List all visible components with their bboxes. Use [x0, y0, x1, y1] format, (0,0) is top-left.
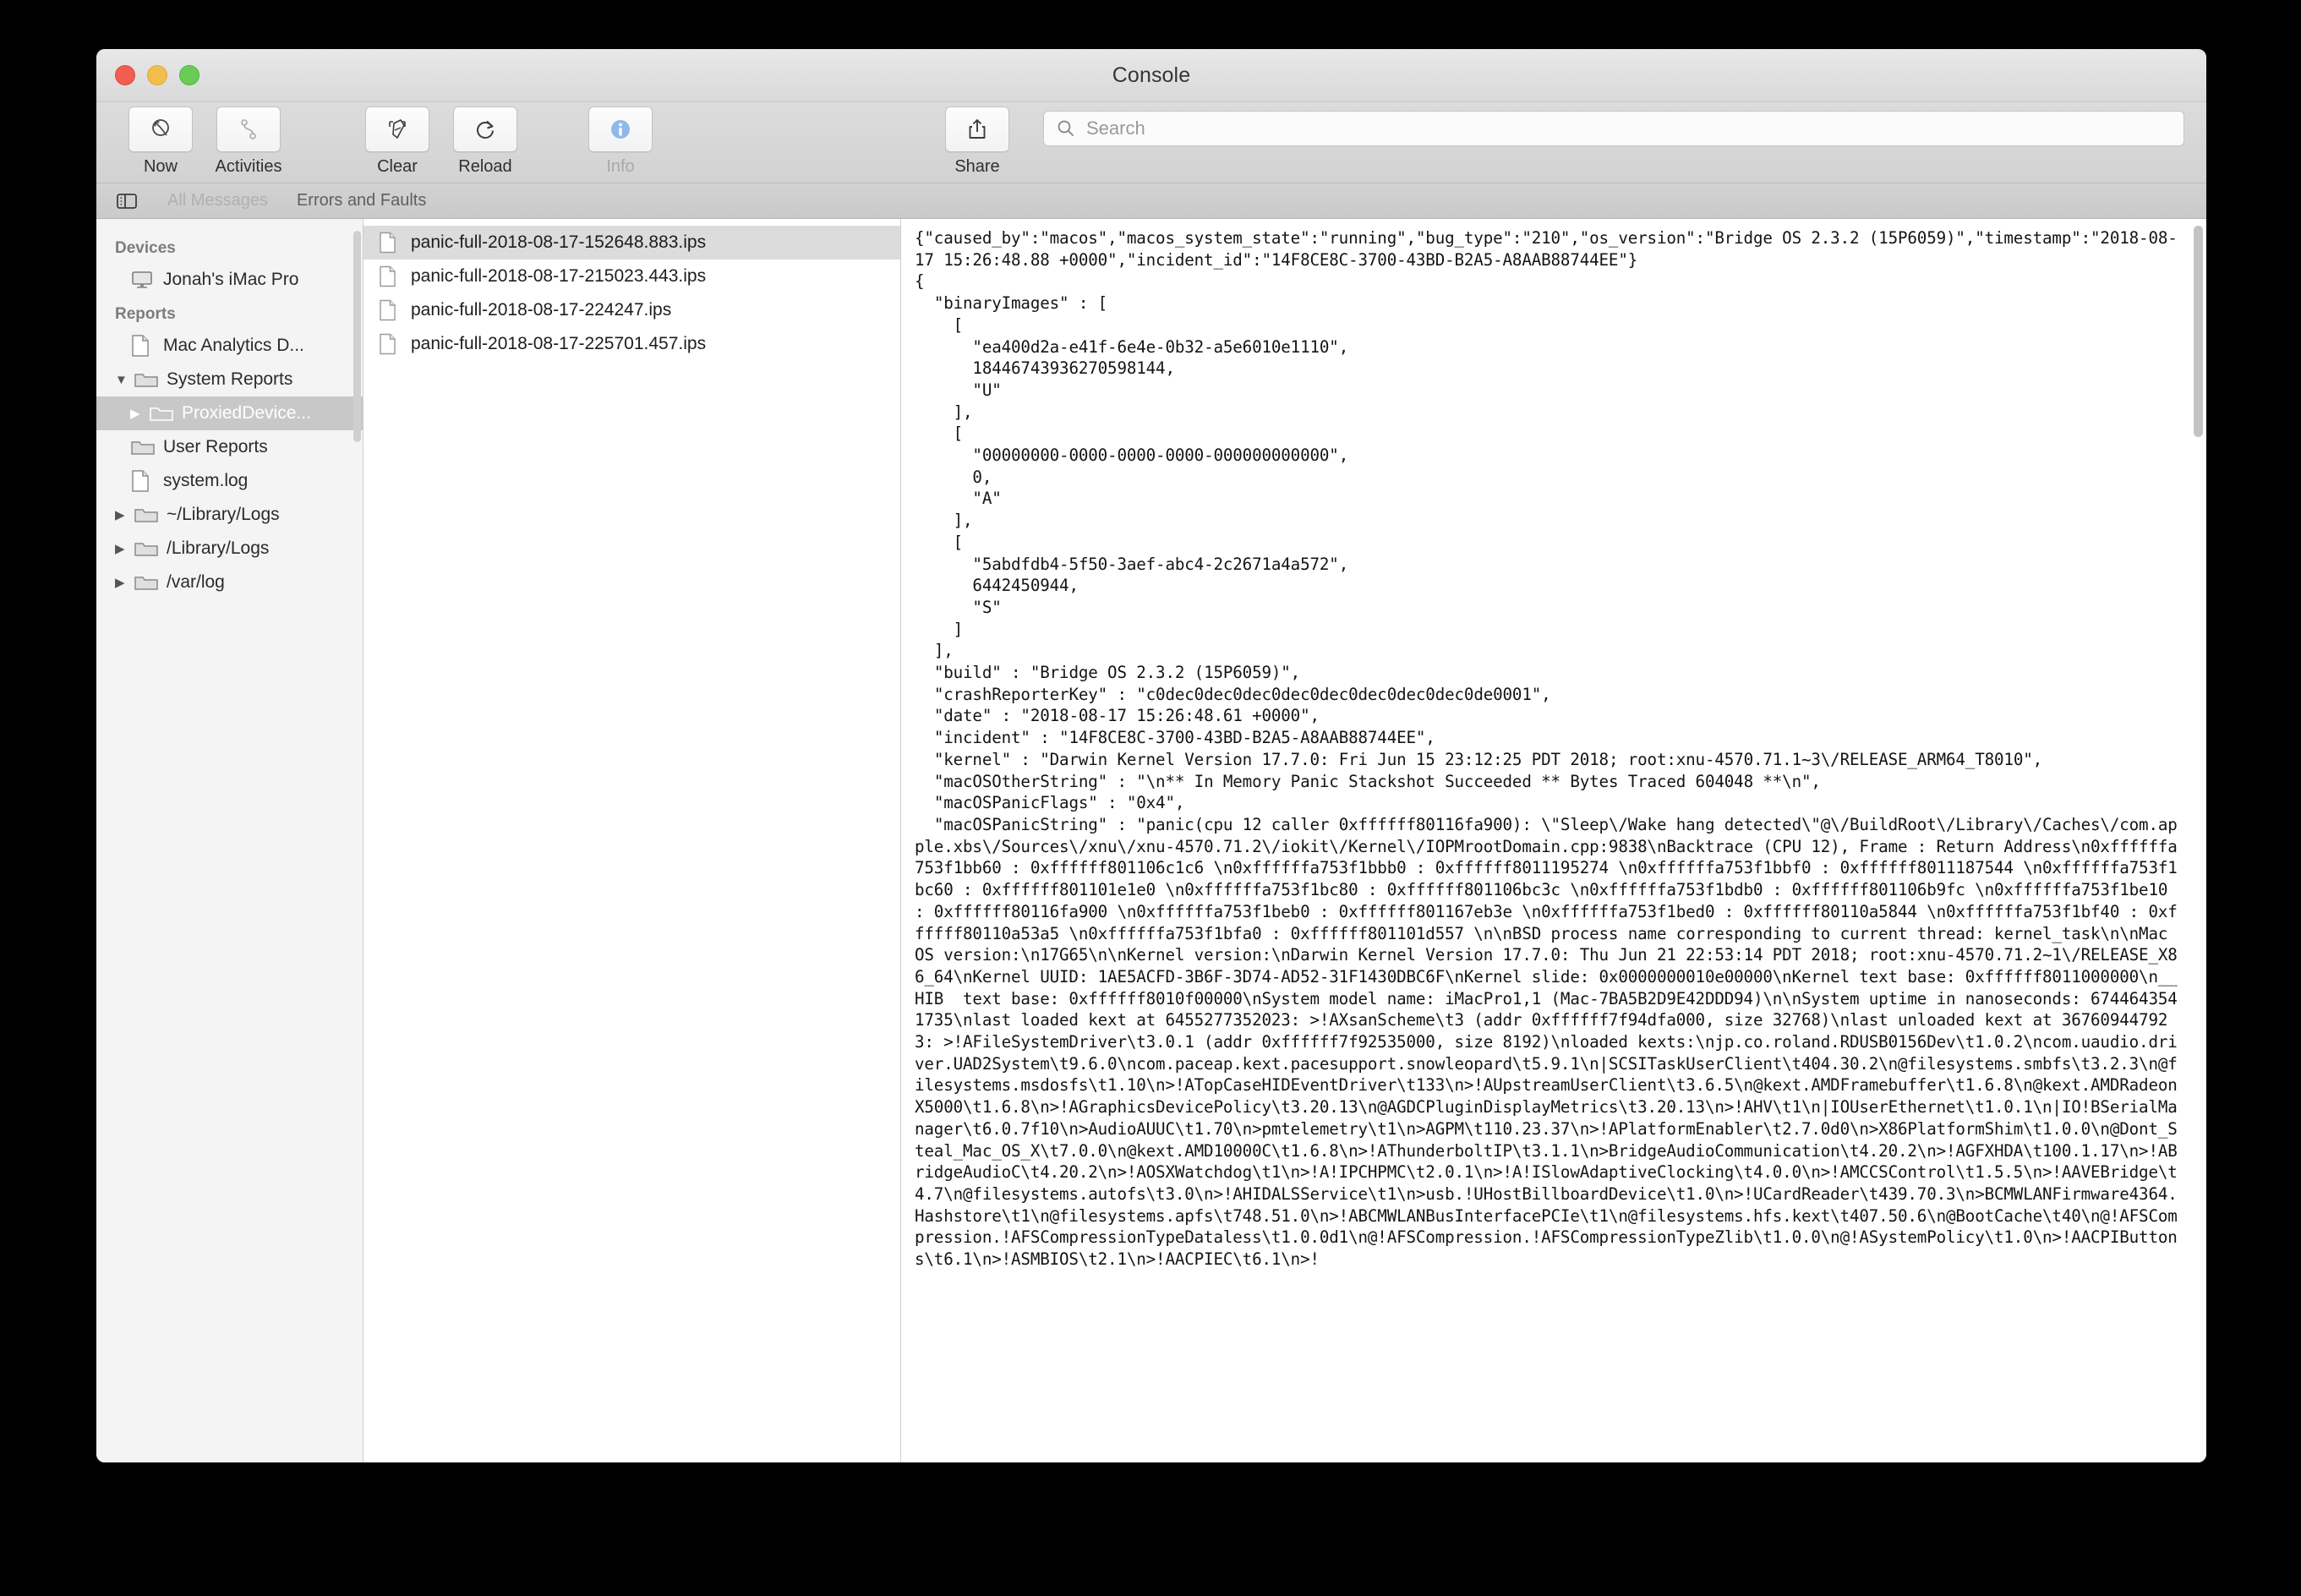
- chevron-down-icon[interactable]: ▼: [115, 374, 134, 386]
- sidebar-scrollbar[interactable]: [353, 231, 361, 442]
- sidebar: Devices Jonah's iMac Pro Reports: [96, 219, 363, 1462]
- search-icon: [1056, 118, 1076, 139]
- now-arrow-icon: [148, 117, 173, 142]
- sidebar-item-proxieddevice[interactable]: ▶ ProxiedDevice...: [96, 396, 363, 430]
- chevron-right-icon[interactable]: ▶: [115, 543, 134, 555]
- clear-icon: [384, 116, 411, 143]
- folder-icon: [134, 369, 159, 390]
- document-icon: [379, 333, 401, 355]
- share-button[interactable]: Share: [937, 107, 1018, 177]
- document-icon: [379, 299, 401, 321]
- log-content-text: {"caused_by":"macos","macos_system_state…: [901, 219, 2206, 1271]
- sidebar-item-mac-analytics[interactable]: Mac Analytics D...: [96, 329, 363, 363]
- document-icon: [379, 232, 401, 254]
- chevron-right-icon[interactable]: ▶: [115, 577, 134, 589]
- share-icon: [965, 117, 990, 142]
- sidebar-item-system-reports[interactable]: ▼ System Reports: [96, 363, 363, 396]
- activities-icon: [236, 117, 261, 142]
- list-item-label: panic-full-2018-08-17-152648.883.ips: [411, 232, 706, 253]
- share-button-label: Share: [954, 157, 999, 177]
- list-item-label: panic-full-2018-08-17-215023.443.ips: [411, 266, 706, 287]
- sidebar-item-label: system.log: [163, 471, 248, 491]
- sidebar-item-label: User Reports: [163, 437, 268, 457]
- reload-button-label: Reload: [458, 157, 511, 177]
- log-scrollbar[interactable]: [2194, 222, 2203, 1457]
- sidebar-item-label: Jonah's iMac Pro: [163, 270, 298, 290]
- activities-button-label: Activities: [216, 157, 282, 177]
- folder-icon: [130, 437, 156, 457]
- info-button[interactable]: Info: [580, 107, 661, 177]
- log-scrollbar-thumb[interactable]: [2194, 226, 2203, 437]
- now-button[interactable]: Now: [120, 107, 201, 177]
- list-item[interactable]: panic-full-2018-08-17-225701.457.ips: [363, 327, 900, 361]
- search-field[interactable]: Search: [1043, 111, 2184, 146]
- sidebar-item-library-logs[interactable]: ▶ /Library/Logs: [96, 532, 363, 566]
- window-title: Console: [96, 63, 2206, 88]
- search-placeholder: Search: [1086, 118, 1145, 139]
- folder-icon: [149, 403, 174, 424]
- close-window-button[interactable]: [115, 65, 135, 85]
- minimize-window-button[interactable]: [147, 65, 167, 85]
- document-icon: [130, 469, 156, 493]
- reload-button[interactable]: Reload: [445, 107, 526, 177]
- sidebar-item-imac[interactable]: Jonah's iMac Pro: [96, 263, 363, 297]
- sidebar-item-home-library-logs[interactable]: ▶ ~/Library/Logs: [96, 498, 363, 532]
- list-item[interactable]: panic-full-2018-08-17-152648.883.ips: [363, 226, 900, 260]
- sidebar-item-label: Mac Analytics D...: [163, 336, 304, 356]
- main-content-row: Devices Jonah's iMac Pro Reports: [96, 219, 2206, 1462]
- imac-icon: [130, 270, 156, 290]
- sidebar-section-reports: Reports: [96, 297, 363, 329]
- reload-icon: [473, 117, 498, 142]
- info-button-label: Info: [606, 157, 634, 177]
- document-icon: [379, 265, 401, 287]
- filter-bar: All Messages Errors and Faults: [96, 183, 2206, 219]
- folder-icon: [134, 505, 159, 525]
- sidebar-item-label: /var/log: [167, 572, 225, 593]
- list-item-label: panic-full-2018-08-17-225701.457.ips: [411, 334, 706, 354]
- list-item[interactable]: panic-full-2018-08-17-215023.443.ips: [363, 260, 900, 293]
- document-icon: [130, 334, 156, 358]
- sidebar-item-var-log[interactable]: ▶ /var/log: [96, 566, 363, 599]
- sidebar-item-label: /Library/Logs: [167, 538, 269, 559]
- info-icon: [608, 117, 633, 142]
- sidebar-item-label: System Reports: [167, 369, 292, 390]
- clear-button[interactable]: Clear: [357, 107, 438, 177]
- report-file-list: panic-full-2018-08-17-152648.883.ips pan…: [363, 219, 901, 1462]
- chevron-right-icon[interactable]: ▶: [130, 407, 149, 420]
- sidebar-item-label: ~/Library/Logs: [167, 505, 280, 525]
- sidebar-item-system-log[interactable]: system.log: [96, 464, 363, 498]
- list-item-label: panic-full-2018-08-17-224247.ips: [411, 300, 671, 320]
- log-detail-pane: {"caused_by":"macos","macos_system_state…: [901, 219, 2206, 1462]
- zoom-window-button[interactable]: [179, 65, 199, 85]
- clear-button-label: Clear: [377, 157, 418, 177]
- folder-icon: [134, 572, 159, 593]
- list-item[interactable]: panic-full-2018-08-17-224247.ips: [363, 293, 900, 327]
- sidebar-section-devices: Devices: [96, 231, 363, 263]
- now-button-label: Now: [144, 157, 178, 177]
- traffic-light-group: [115, 65, 199, 85]
- activities-button[interactable]: Activities: [208, 107, 289, 177]
- toolbar: Now Activities: [96, 102, 2206, 183]
- tab-all-messages[interactable]: All Messages: [167, 191, 268, 210]
- window-titlebar: Console: [96, 49, 2206, 102]
- sidebar-item-label: ProxiedDevice...: [182, 403, 311, 424]
- sidebar-toggle-icon[interactable]: [115, 191, 139, 211]
- console-window: Console Now: [96, 49, 2206, 1462]
- chevron-right-icon[interactable]: ▶: [115, 509, 134, 522]
- tab-errors-and-faults[interactable]: Errors and Faults: [297, 191, 426, 210]
- folder-icon: [134, 538, 159, 559]
- sidebar-item-user-reports[interactable]: User Reports: [96, 430, 363, 464]
